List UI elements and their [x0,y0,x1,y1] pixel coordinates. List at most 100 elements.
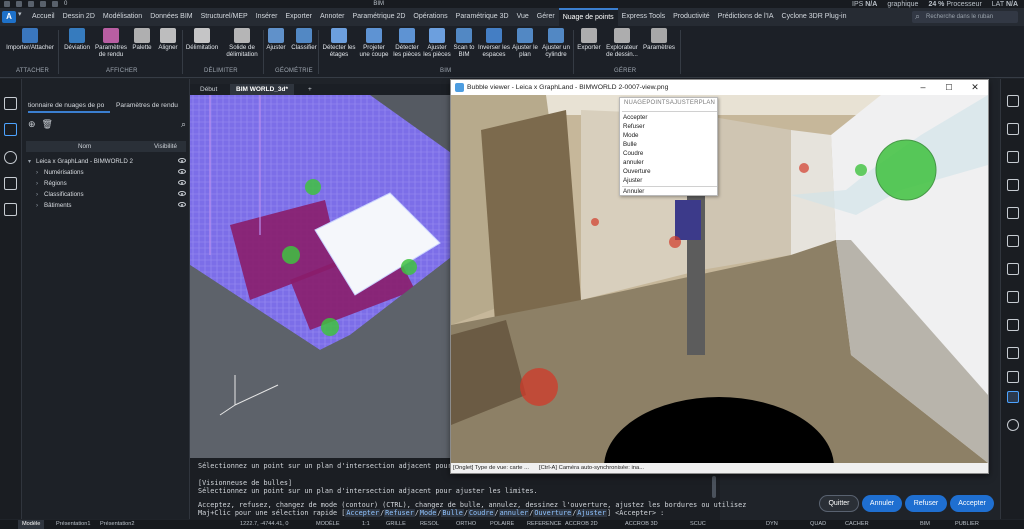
ribbon-tab[interactable]: Exporter [281,8,315,26]
command-option[interactable]: Refuser [384,509,415,517]
maximize-icon[interactable]: ☐ [936,80,962,95]
expand-chevron-icon[interactable]: › [36,167,44,178]
home-icon[interactable] [4,177,17,190]
new-icon[interactable] [4,1,10,7]
quit-button[interactable]: Quitter [819,495,859,512]
undo-icon[interactable] [40,1,46,7]
ribbon-tab[interactable]: Structurel/MEP [197,8,252,26]
delete-icon[interactable]: 🗑 [42,119,53,130]
layout-tab-model[interactable]: Modèle [18,520,45,529]
properties-icon[interactable] [1007,179,1019,191]
point-cloud-icon[interactable] [4,123,17,136]
lightbulb-icon[interactable] [4,151,17,164]
expand-chevron-icon[interactable]: › [36,200,44,211]
ribbon-tab[interactable]: Dessin 2D [59,8,99,26]
ribbon-tool-button[interactable]: Ajuster [265,28,287,51]
command-option[interactable]: Bulle [441,509,464,517]
ribbon-tool-button[interactable]: Projeter une coupe [358,28,390,58]
status-toggle[interactable]: CACHER [845,520,869,529]
bubble-marker-icon[interactable] [875,139,937,201]
table-icon[interactable] [1007,347,1019,359]
status-toggle[interactable]: 1:1 [362,520,370,529]
command-scrollbar[interactable] [712,476,716,498]
ribbon-tool-button[interactable]: Palette [130,28,154,51]
command-option[interactable]: Mode [418,509,438,517]
ribbon-tool-button[interactable]: Déviation [62,28,92,51]
structure-icon[interactable] [4,203,17,216]
bubble-marker-icon[interactable] [591,218,599,226]
search-icon[interactable]: ⌕ [181,119,186,130]
save-icon[interactable] [28,1,34,7]
command-option[interactable]: Coudre [467,509,495,517]
command-option[interactable]: Accepter [345,509,381,517]
ribbon-tab[interactable]: Paramétrique 2D [348,8,409,26]
bubble-marker-icon[interactable] [282,246,300,264]
bubble-marker-icon[interactable] [799,163,809,173]
model-viewport[interactable] [190,95,454,458]
brush-icon[interactable] [1007,151,1019,163]
menu-item[interactable]: Mode [622,131,717,140]
ribbon-tool-button[interactable]: Scan to BIM [453,28,475,58]
expand-chevron-icon[interactable]: ▾ [28,156,36,167]
ribbon-tab[interactable]: Insérer [252,8,282,26]
visibility-eye-icon[interactable] [178,191,186,196]
cancel-button[interactable]: Annuler [862,495,902,512]
ribbon-tool-button[interactable]: Délimitation [184,28,220,51]
minimize-icon[interactable]: – [910,80,936,95]
sliders-icon[interactable] [1007,95,1019,107]
bubble-marker-icon[interactable] [321,318,339,336]
ribbon-search-input[interactable]: Recherche dans le ruban [912,10,1018,23]
ribbon-tool-button[interactable]: Détecter les étages [322,28,356,58]
close-icon[interactable]: ✕ [962,80,988,95]
accept-button[interactable]: Accepter [950,495,994,512]
search-icon[interactable] [4,97,17,110]
ribbon-tab[interactable]: Gérer [533,8,559,26]
ribbon-tab[interactable]: Express Tools [618,8,669,26]
ribbon-tool-button[interactable]: Explorateur de dessin... [604,28,640,58]
status-toggle[interactable]: PUBLIER [955,520,979,529]
bubble-marker-icon[interactable] [401,259,417,275]
ribbon-tab[interactable]: Productivité [669,8,714,26]
ribbon-tab[interactable]: Nuage de points [558,8,618,26]
status-toggle[interactable]: POLAIRE [490,520,514,529]
visibility-eye-icon[interactable] [178,169,186,174]
panorama-view[interactable] [451,95,988,463]
ribbon-tool-button[interactable]: Importer/Attacher [4,28,56,51]
status-toggle[interactable]: ACCROB 2D [565,520,598,529]
ribbon-tool-button[interactable]: Exporter [577,28,601,51]
visibility-eye-icon[interactable] [178,202,186,207]
ribbon-tool-button[interactable]: Ajuster le plan [512,28,538,58]
status-toggle[interactable]: GRILLE [386,520,406,529]
status-toggle[interactable]: MODÈLE [316,520,340,529]
menu-item[interactable]: Refuser [622,122,717,131]
tab-start[interactable]: Début [194,84,223,95]
ribbon-tool-button[interactable]: Inverser les espaces [478,28,510,58]
tab-bim-world[interactable]: BIM WORLD_3d* [230,84,294,95]
command-option[interactable]: Ajuster [576,509,607,517]
status-toggle[interactable]: BIM [920,520,930,529]
ribbon-tab[interactable]: Vue [513,8,533,26]
menu-item-cancel[interactable]: Annuler [622,187,717,196]
ribbon-tab[interactable]: Accueil [28,8,59,26]
status-toggle[interactable]: ORTHO [456,520,476,529]
bubble-marker-icon[interactable] [520,368,558,406]
tab-add[interactable]: + [302,84,318,95]
ribbon-tab[interactable]: Annoter [316,8,349,26]
menu-item[interactable]: Bulle [622,140,717,149]
blocks-icon[interactable] [1007,207,1019,219]
status-toggle[interactable]: DYN [766,520,778,529]
grid-icon[interactable] [1007,371,1019,383]
tree-item[interactable]: › Numérisations [26,167,186,178]
tree-item[interactable]: › Classifications [26,189,186,200]
ribbon-tool-button[interactable]: Paramètres de rendu [95,28,127,58]
ribbon-tab[interactable]: Opérations [409,8,451,26]
ribbon-tab[interactable]: Paramétrique 3D [452,8,513,26]
clip-icon[interactable] [1007,319,1019,331]
ribbon-tool-button[interactable]: Ajuster un cylindre [540,28,572,58]
expand-chevron-icon[interactable]: › [36,178,44,189]
app-logo-icon[interactable]: A [2,11,16,23]
layout-tab-presentation2[interactable]: Présentation2 [96,520,139,529]
ribbon-tab[interactable]: Prédictions de l'IA [714,8,778,26]
status-toggle[interactable]: QUAD [810,520,826,529]
bubble-viewer-titlebar[interactable]: Bubble viewer - Leica x GraphLand - BIMW… [451,80,988,95]
